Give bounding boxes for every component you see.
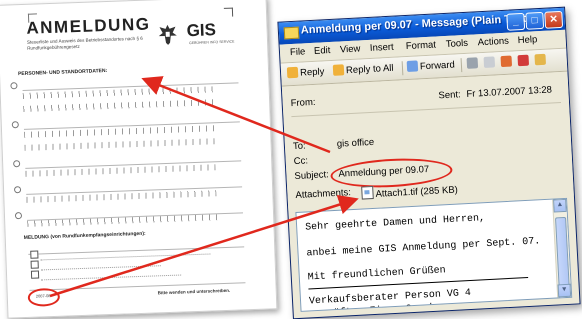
form-letter-boxes <box>23 99 214 112</box>
flag-icon <box>500 55 513 68</box>
address-book-button[interactable] <box>534 53 548 69</box>
email-message-window: Anmeldung per 09.07 - Message (Plain Tex… <box>277 6 581 319</box>
form-field-number <box>14 212 23 220</box>
from-label: From: <box>290 96 316 110</box>
tif-file-icon <box>361 185 374 200</box>
gis-logo: GIS <box>186 20 217 41</box>
form-footer-note: Bitte wenden und unterschreiben. <box>157 287 231 296</box>
header-divider <box>291 102 562 118</box>
maximize-button[interactable]: □ <box>525 11 545 30</box>
forward-icon <box>406 60 419 73</box>
menu-tools[interactable]: Tools <box>446 38 469 50</box>
reply-all-icon <box>332 64 345 76</box>
message-body[interactable]: Sehr geehrte Damen und Herren, anbei mei… <box>295 197 573 312</box>
copy-icon <box>483 56 496 68</box>
body-line: Sehr geehrte Damen und Herren, <box>304 213 486 234</box>
scroll-down-button[interactable]: ▼ <box>557 283 572 298</box>
to-label: To: <box>292 140 306 153</box>
date-highlight-circle <box>27 287 61 307</box>
form-field-number <box>11 121 19 129</box>
registration-form-document: ANMELDUNG Steuerliste und Ausweis des Be… <box>0 0 278 319</box>
flag-button[interactable] <box>500 55 515 70</box>
form-checkbox <box>30 250 39 259</box>
form-field-number <box>13 160 21 168</box>
forward-button[interactable]: Forward <box>406 59 456 75</box>
toolbar-separator <box>460 58 463 73</box>
close-button[interactable]: ✕ <box>544 10 564 29</box>
copy-button[interactable] <box>483 56 498 71</box>
message-header: From: Sent: Fr 13.07.2007 13:28 To: gis … <box>281 71 574 211</box>
to-value[interactable]: gis office <box>337 137 375 150</box>
address-book-icon <box>534 53 547 66</box>
sent-value: Fr 13.07.2007 13:28 <box>466 84 553 100</box>
menu-insert[interactable]: Insert <box>370 42 394 54</box>
cc-label: Cc: <box>293 155 309 168</box>
form-corner-mark-right <box>223 7 234 17</box>
form-field-number <box>13 186 22 194</box>
menu-format[interactable]: Format <box>406 39 437 52</box>
reply-icon <box>286 66 299 79</box>
envelope-icon <box>283 26 300 40</box>
toolbar-separator <box>401 61 404 76</box>
print-button[interactable] <box>466 57 481 72</box>
subject-label: Subject: <box>294 169 330 183</box>
austrian-eagle-icon <box>158 24 177 45</box>
printer-icon <box>466 57 479 69</box>
sent-label: Sent: <box>438 89 461 102</box>
attachment-size: (285 KB) <box>420 184 459 198</box>
body-line: Mit freundlichen Grüßen <box>307 265 446 284</box>
forward-label: Forward <box>419 59 456 73</box>
body-line: anbei meine GIS Anmeldung per Sept. 07. <box>306 236 541 260</box>
reply-all-label: Reply to All <box>345 62 394 77</box>
gis-logo-subtitle: GEBÜHREN INFO SERVICE <box>188 39 235 46</box>
reply-all-button[interactable]: Reply to All <box>332 62 394 79</box>
scroll-up-button[interactable]: ▲ <box>553 198 567 213</box>
attachment-name: Attach1.tif <box>375 186 419 200</box>
menu-help[interactable]: Help <box>517 34 537 46</box>
menu-edit[interactable]: Edit <box>314 45 331 57</box>
form-field-number <box>10 82 18 90</box>
menu-actions[interactable]: Actions <box>477 36 509 49</box>
menu-view[interactable]: View <box>340 43 361 55</box>
filter-icon <box>517 54 530 67</box>
form-checkbox <box>30 260 39 269</box>
minimize-button[interactable]: _ <box>506 12 526 31</box>
reply-label: Reply <box>299 66 325 79</box>
form-letter-boxes <box>24 138 215 151</box>
reply-button[interactable]: Reply <box>286 65 325 81</box>
attachments-label: Attachments: <box>295 187 352 202</box>
filter-button[interactable] <box>517 54 531 70</box>
menu-file[interactable]: File <box>290 46 306 58</box>
vertical-scrollbar[interactable]: ▲ ▼ <box>552 198 572 306</box>
